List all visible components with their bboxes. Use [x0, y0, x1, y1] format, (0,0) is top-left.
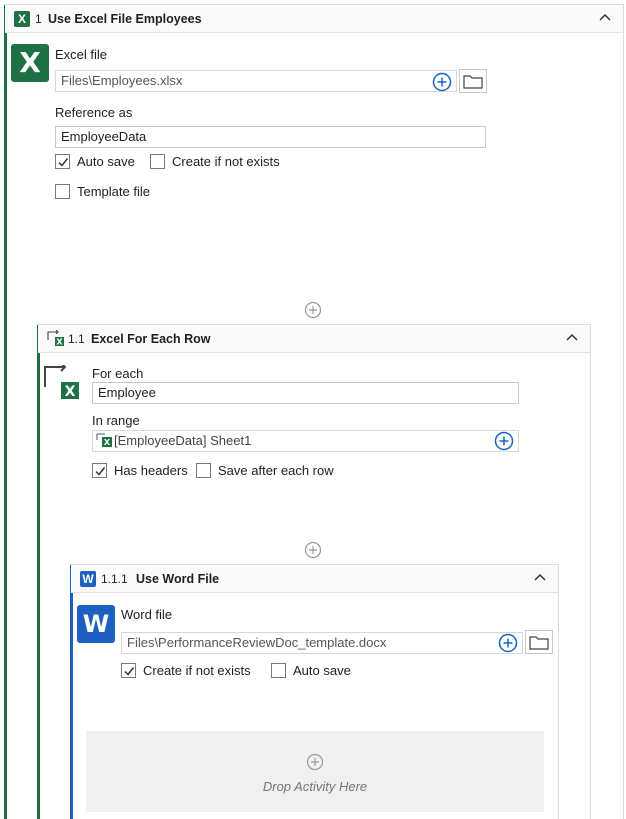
checkbox-box[interactable] [55, 154, 70, 169]
folder-icon [463, 75, 483, 89]
activity-header[interactable]: W 1.1.1 Use Word File [71, 565, 558, 593]
word-large-icon: W [77, 605, 115, 643]
word-icon: W [80, 571, 96, 587]
activity-number: 1.1 [68, 332, 85, 346]
activity-number: 1 [35, 12, 42, 26]
excel-file-label: Excel file [55, 47, 108, 62]
in-range-label: In range [92, 413, 140, 428]
auto-save-label: Auto save [77, 154, 135, 169]
has-headers-checkbox[interactable]: Has headers [92, 463, 188, 478]
checkmark-icon [58, 158, 69, 167]
save-after-each-row-label: Save after each row [218, 463, 334, 478]
in-range-input[interactable]: X [EmployeeData] Sheet1 [92, 430, 519, 452]
activity-title: Use Word File [136, 572, 220, 586]
for-each-input[interactable]: Employee [92, 382, 519, 404]
create-if-not-exists-checkbox[interactable]: Create if not exists [150, 154, 280, 169]
word-file-label: Word file [121, 607, 173, 622]
activity-number: 1.1.1 [101, 572, 128, 586]
activity-header[interactable]: X 1.1 Excel For Each Row [38, 325, 590, 353]
save-after-each-row-checkbox[interactable]: Save after each row [196, 463, 334, 478]
svg-text:X: X [65, 384, 76, 400]
browse-folder-button[interactable] [459, 69, 487, 93]
browse-folder-button[interactable] [525, 630, 553, 654]
svg-text:X: X [56, 338, 63, 347]
reference-as-label: Reference as [55, 105, 133, 120]
activity-title: Excel For Each Row [91, 332, 211, 346]
checkbox-box[interactable] [150, 154, 165, 169]
auto-save-label: Auto save [293, 663, 351, 678]
excel-large-icon: X [11, 44, 49, 82]
activity-accent-bar [4, 5, 7, 819]
checkmark-icon [95, 467, 106, 476]
drop-activity-text: Drop Activity Here [262, 779, 368, 794]
create-if-not-exists-label: Create if not exists [172, 154, 280, 169]
for-each-label: For each [92, 366, 144, 381]
excel-range-icon: X [96, 433, 112, 447]
activity-header[interactable]: X 1 Use Excel File Employees [5, 5, 623, 33]
add-value-icon[interactable] [432, 72, 452, 92]
chevron-up-icon[interactable] [564, 330, 580, 346]
create-if-not-exists-label: Create if not exists [143, 663, 251, 678]
chevron-up-icon[interactable] [532, 570, 548, 586]
activity-accent-bar [70, 565, 73, 819]
svg-text:X: X [104, 438, 111, 447]
chevron-up-icon[interactable] [597, 10, 613, 26]
activity-title: Use Excel File Employees [48, 12, 202, 26]
add-activity-icon[interactable] [306, 753, 324, 771]
excel-file-input[interactable]: Files\Employees.xlsx [55, 70, 457, 92]
checkbox-box[interactable] [92, 463, 107, 478]
template-file-checkbox[interactable]: Template file [55, 184, 150, 199]
checkbox-box[interactable] [271, 663, 286, 678]
activity-accent-bar [37, 325, 40, 819]
add-value-icon[interactable] [494, 431, 514, 451]
excel-for-each-large-icon: X [44, 365, 79, 400]
has-headers-label: Has headers [114, 463, 188, 478]
add-activity-icon[interactable] [304, 301, 322, 319]
checkbox-box[interactable] [196, 463, 211, 478]
checkmark-icon [124, 667, 135, 676]
folder-icon [529, 636, 549, 650]
in-range-value: [EmployeeData] Sheet1 [114, 433, 252, 448]
word-file-input[interactable]: Files\PerformanceReviewDoc_template.docx [121, 632, 523, 654]
excel-for-each-icon: X [47, 330, 64, 347]
add-value-icon[interactable] [498, 633, 518, 653]
reference-as-input[interactable]: EmployeeData [55, 126, 486, 148]
auto-save-checkbox[interactable]: Auto save [55, 154, 135, 169]
checkbox-box[interactable] [55, 184, 70, 199]
checkbox-box[interactable] [121, 663, 136, 678]
drop-activity-zone[interactable]: Drop Activity Here [86, 731, 544, 812]
add-activity-icon[interactable] [304, 541, 322, 559]
auto-save-checkbox[interactable]: Auto save [271, 663, 351, 678]
excel-icon: X [14, 11, 30, 27]
template-file-label: Template file [77, 184, 150, 199]
create-if-not-exists-checkbox[interactable]: Create if not exists [121, 663, 251, 678]
